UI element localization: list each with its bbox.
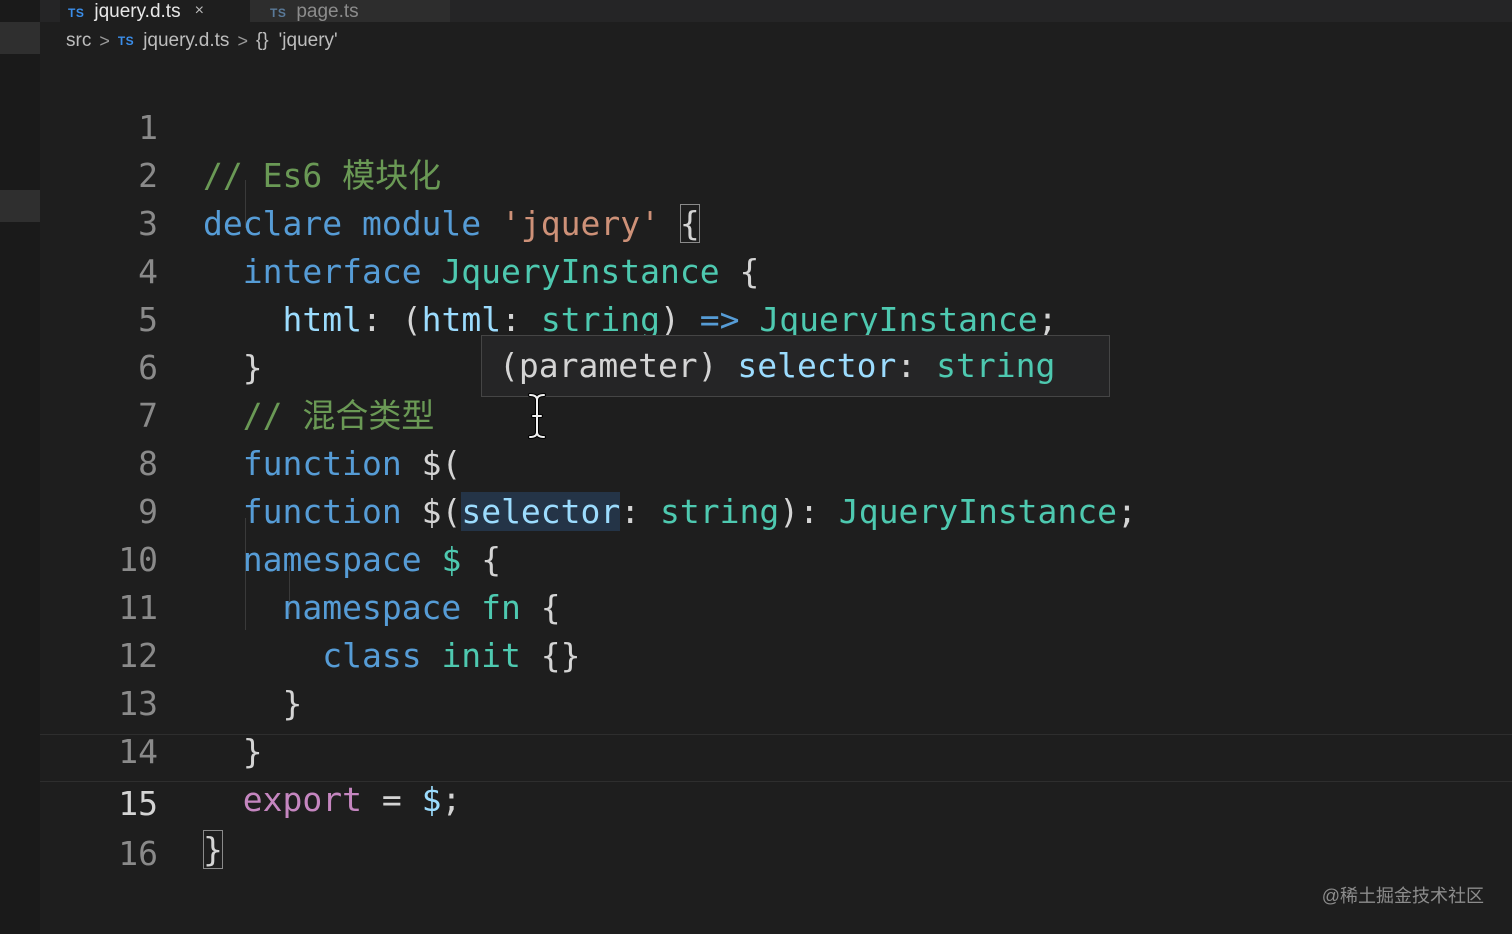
breadcrumb-symbol[interactable]: 'jquery': [279, 30, 338, 52]
tab-label: jquery.d.ts: [94, 1, 181, 22]
code-line[interactable]: 16: [40, 782, 1512, 873]
code-line[interactable]: 3 interface JqueryInstance {: [40, 152, 1512, 291]
breadcrumb-folder[interactable]: src: [66, 30, 91, 52]
code-line[interactable]: 1 // Es6 模块化: [40, 56, 1512, 195]
code-line[interactable]: 8 function $(selector: string): JqueryIn…: [40, 392, 1512, 531]
tab-label: page.ts: [296, 1, 359, 22]
vscode-window: TS jquery.d.ts × TS page.ts src > TS jqu…: [0, 0, 1512, 934]
editor-tab-bar: TS jquery.d.ts × TS page.ts: [40, 0, 1512, 22]
typescript-file-icon: TS: [68, 6, 85, 20]
code-editor[interactable]: 1 // Es6 模块化 2 declare module 'jquery' {…: [40, 56, 1512, 934]
activity-bar: [0, 0, 40, 934]
hover-tooltip: (parameter) selector: string: [481, 335, 1110, 397]
line-content: }: [203, 827, 223, 873]
matched-bracket: }: [203, 830, 223, 869]
code-line[interactable]: 14 export = $;: [40, 680, 1512, 819]
hover-kind: (parameter): [499, 346, 718, 385]
code-line[interactable]: 12 }: [40, 584, 1512, 723]
ibeam-cursor-icon: [528, 393, 546, 439]
code-line[interactable]: 11 class init {}: [40, 536, 1512, 675]
typescript-file-icon: TS: [270, 6, 287, 20]
activity-bar-item-selected[interactable]: [0, 190, 40, 222]
hover-type: string: [936, 346, 1056, 385]
hover-name: selector: [737, 346, 897, 385]
tab-jquery-d-ts[interactable]: TS jquery.d.ts ×: [60, 0, 250, 22]
code-line[interactable]: 4 html: (html: string) => JqueryInstance…: [40, 200, 1512, 339]
breadcrumb-file[interactable]: jquery.d.ts: [143, 30, 229, 52]
watermark: @稀土掘金技术社区: [1321, 886, 1484, 906]
code-line-current[interactable]: 15 }: [40, 734, 1512, 869]
code-line[interactable]: 2 declare module 'jquery' {: [40, 104, 1512, 243]
line-number[interactable]: 16: [40, 830, 158, 878]
code-line[interactable]: 13 }: [40, 632, 1512, 771]
chevron-right-icon: >: [99, 30, 110, 51]
code-line[interactable]: 5 }: [40, 248, 1512, 387]
chevron-right-icon: >: [237, 30, 248, 51]
breadcrumb: src > TS jquery.d.ts > {} 'jquery': [66, 28, 338, 54]
typescript-file-icon: TS: [117, 34, 135, 48]
namespace-symbol-icon: {}: [255, 30, 269, 51]
close-icon[interactable]: ×: [195, 3, 204, 19]
code-line[interactable]: 10 namespace fn {: [40, 488, 1512, 627]
code-line[interactable]: 9 namespace $ {: [40, 440, 1512, 579]
tab-page-ts[interactable]: TS page.ts: [250, 0, 450, 22]
activity-bar-item[interactable]: [0, 22, 40, 54]
hover-colon: :: [896, 346, 917, 385]
